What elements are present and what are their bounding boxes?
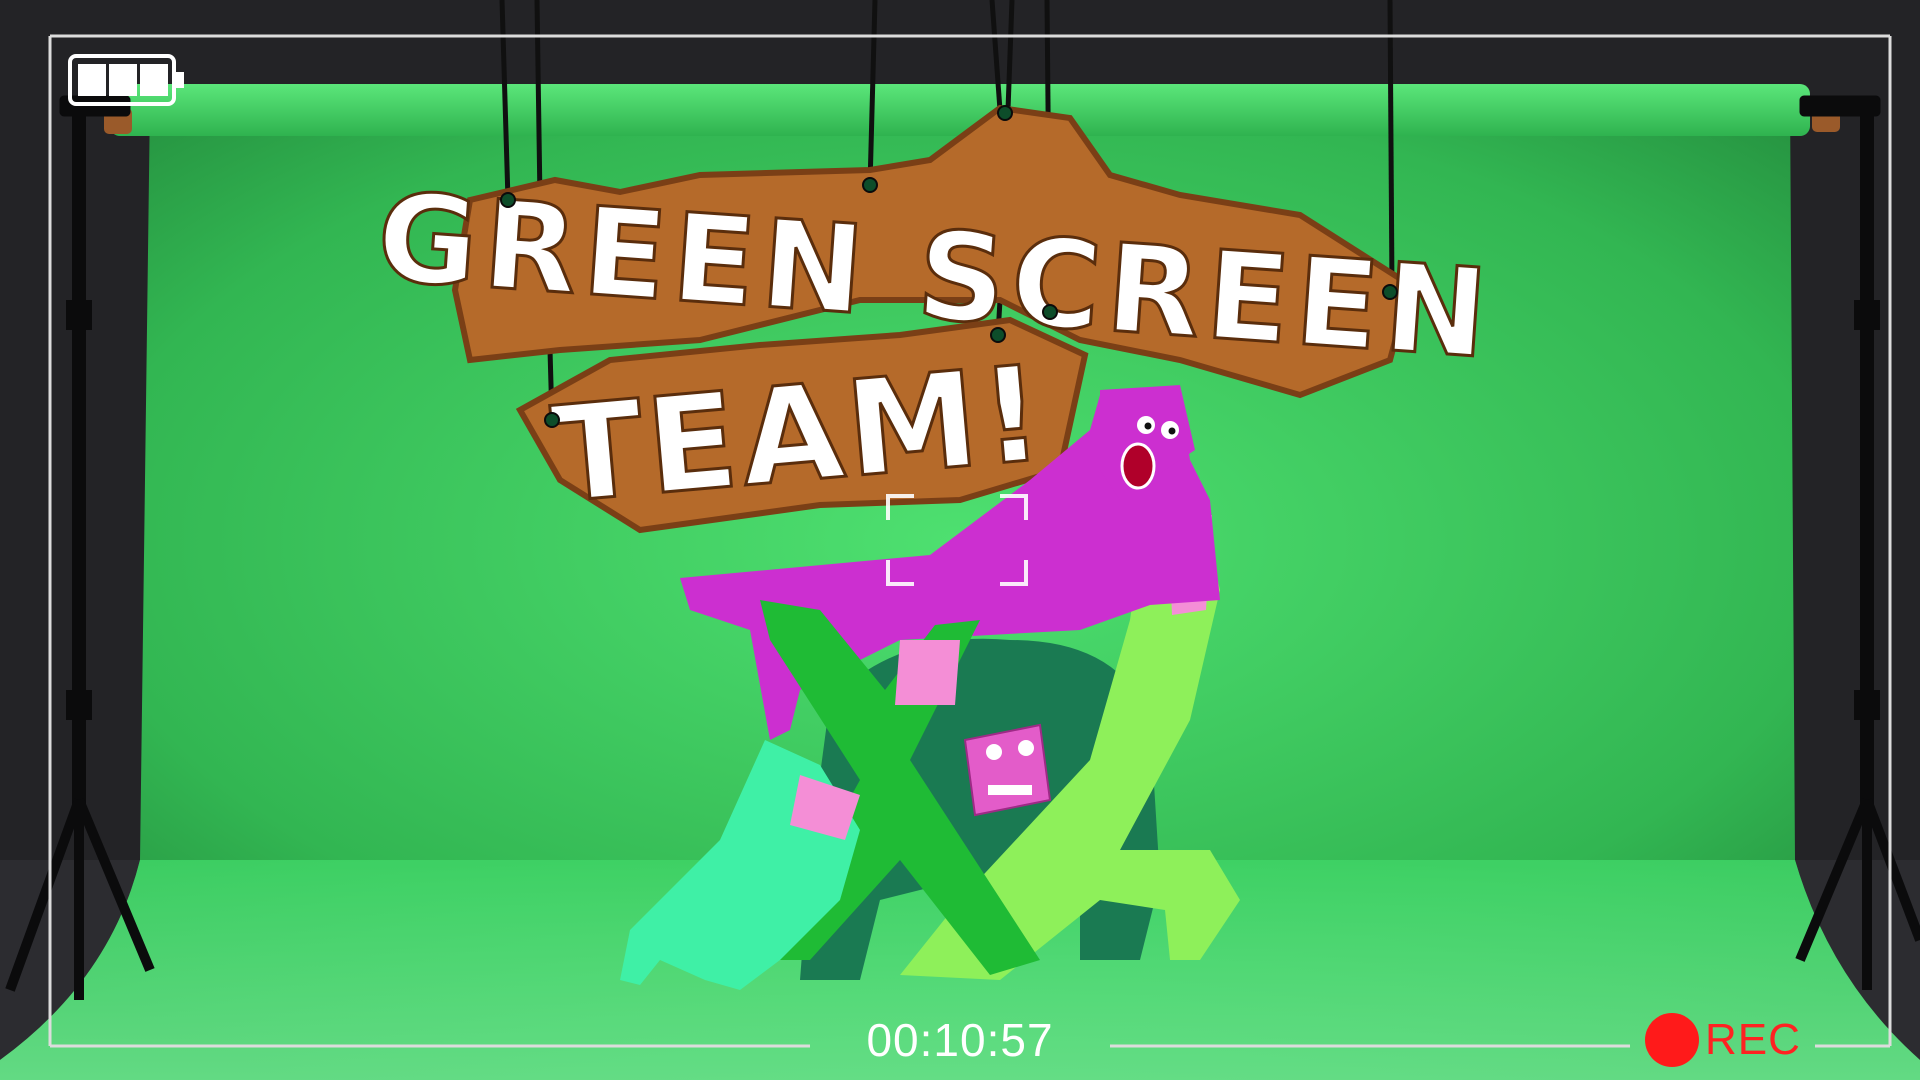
battery-cell-2 xyxy=(109,64,137,96)
battery-cell-3 xyxy=(140,64,168,96)
rec-indicator: REC xyxy=(1645,1012,1801,1068)
backdrop-roll xyxy=(110,84,1810,136)
record-dot-icon xyxy=(1645,1013,1699,1067)
studio-scene: GREEN SCREEN TEAM! xyxy=(0,0,1920,1080)
battery-icon xyxy=(68,54,184,106)
battery-cell-1 xyxy=(78,64,106,96)
green-face xyxy=(895,640,960,705)
rec-label: REC xyxy=(1705,1015,1801,1064)
title-screen: GREEN SCREEN TEAM! 00:10:57 REC xyxy=(0,0,1920,1080)
pink-box-face xyxy=(963,723,1052,817)
timecode: 00:10:57 xyxy=(866,1014,1054,1066)
magenta-mouth xyxy=(1120,442,1156,490)
